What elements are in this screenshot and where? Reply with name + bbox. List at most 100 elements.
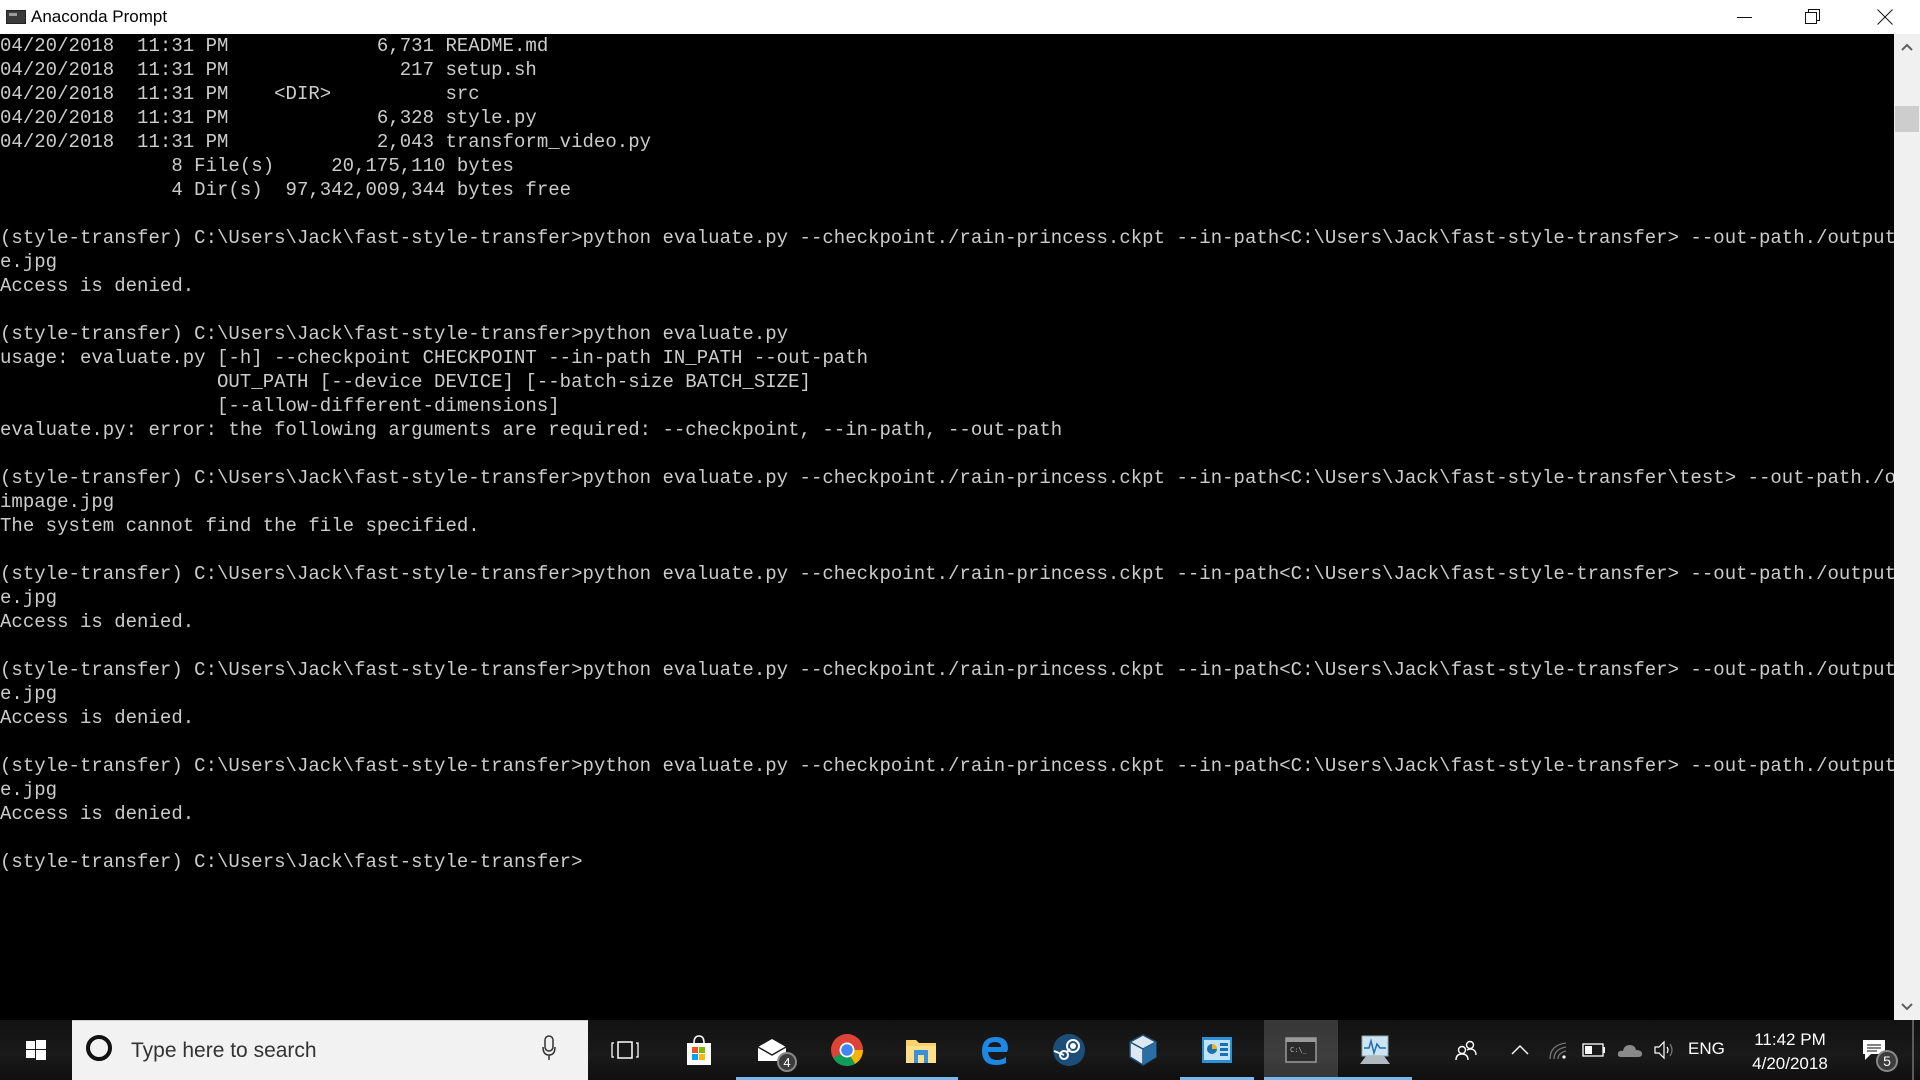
taskbar-search-box[interactable]: Type here to search: [72, 1020, 588, 1080]
close-icon: [1877, 9, 1893, 25]
restore-button[interactable]: [1778, 0, 1848, 34]
clock-time: 11:42 PM: [1754, 1030, 1826, 1049]
battery-button[interactable]: [1580, 1020, 1608, 1080]
mail-badge: 4: [777, 1052, 797, 1072]
chrome-icon: [831, 1034, 864, 1067]
scroll-up-button[interactable]: [1894, 34, 1920, 60]
show-desktop-button[interactable]: [1912, 1020, 1914, 1080]
battery-icon: [1582, 1043, 1605, 1057]
microphone-icon[interactable]: [542, 1035, 556, 1061]
terminal-line: Access is denied.: [0, 707, 195, 729]
monitor-icon: [1360, 1035, 1390, 1064]
minimize-button[interactable]: [1710, 0, 1780, 34]
svg-text:C:\_: C:\_: [1290, 1046, 1308, 1054]
cortana-icon[interactable]: [86, 1035, 112, 1061]
close-button[interactable]: [1850, 0, 1920, 34]
volume-button[interactable]: [1650, 1020, 1680, 1080]
terminal-line: 04/20/2018 11:31 PM 6,328 style.py: [0, 107, 537, 129]
taskbar-app-anaconda-prompt[interactable]: C:\_: [1264, 1020, 1338, 1080]
terminal-line: Access is denied.: [0, 803, 195, 825]
network-button[interactable]: [1544, 1020, 1572, 1080]
taskbar-app-control-panel[interactable]: [1180, 1020, 1254, 1080]
chevron-up-icon: [1901, 43, 1913, 51]
steam-icon: [1053, 1034, 1085, 1066]
terminal-line: (style-transfer) C:\Users\Jack\fast-styl…: [0, 755, 1894, 777]
people-button[interactable]: [1448, 1020, 1484, 1080]
scroll-thumb[interactable]: [1895, 106, 1919, 132]
window-title: Anaconda Prompt: [31, 7, 168, 26]
taskbar-app-steam[interactable]: [1032, 1020, 1106, 1080]
terminal-line: 8 File(s) 20,175,110 bytes: [0, 155, 514, 177]
clock-date: 4/20/2018: [1752, 1054, 1828, 1073]
people-icon: [1455, 1040, 1477, 1061]
virtualbox-icon: [1129, 1034, 1157, 1066]
terminal-line: OUT_PATH [--device DEVICE] [--batch-size…: [0, 371, 811, 393]
terminal-line: evaluate.py: error: the following argume…: [0, 419, 1063, 441]
task-view-button[interactable]: [588, 1020, 662, 1080]
taskbar-clock[interactable]: 11:42 PM 4/20/2018: [1740, 1028, 1840, 1076]
chevron-up-icon: [1511, 1045, 1529, 1055]
title-bar[interactable]: Anaconda Prompt: [0, 0, 1920, 34]
onedrive-icon: [1617, 1045, 1642, 1057]
terminal-line: impage.jpg: [0, 491, 115, 513]
input-language[interactable]: ENG: [1688, 1039, 1725, 1059]
terminal-output[interactable]: 04/20/2018 11:31 PM 6,731 README.md 04/20…: [0, 34, 1894, 1020]
terminal-lines: 04/20/2018 11:31 PM 6,731 README.md 04/20…: [0, 34, 1894, 874]
terminal-line: 04/20/2018 11:31 PM 2,043 transform_vide…: [0, 131, 652, 153]
terminal-line: The system cannot find the file specifie…: [0, 515, 480, 537]
task-view-icon: [611, 1041, 639, 1059]
folder-icon: [906, 1040, 936, 1063]
show-hidden-icons-button[interactable]: [1506, 1020, 1534, 1080]
taskbar-app-store[interactable]: [662, 1020, 736, 1080]
terminal-line: e.jpg: [0, 587, 58, 609]
terminal-line: e.jpg: [0, 251, 58, 273]
taskbar-app-edge[interactable]: [958, 1020, 1032, 1080]
console-app-icon: [6, 10, 26, 24]
search-placeholder: Type here to search: [131, 1039, 317, 1062]
action-center-button[interactable]: 5: [1852, 1020, 1898, 1080]
taskbar-app-chrome[interactable]: [810, 1020, 884, 1080]
restore-icon: [1805, 9, 1820, 24]
edge-icon: [982, 1037, 1008, 1065]
start-button[interactable]: [0, 1020, 72, 1080]
minimize-icon: [1737, 17, 1752, 18]
onedrive-button[interactable]: [1614, 1020, 1646, 1080]
windows-logo-icon: [26, 1040, 46, 1060]
terminal-line: (style-transfer) C:\Users\Jack\fast-styl…: [0, 563, 1894, 585]
terminal-line: (style-transfer) C:\Users\Jack\fast-styl…: [0, 227, 1894, 249]
vertical-scrollbar[interactable]: [1894, 34, 1920, 1020]
terminal-line: 04/20/2018 11:31 PM <DIR> src: [0, 83, 480, 105]
terminal-line: e.jpg: [0, 683, 58, 705]
terminal-line: (style-transfer) C:\Users\Jack\fast-styl…: [0, 659, 1894, 681]
taskbar-app-file-explorer[interactable]: [884, 1020, 958, 1080]
terminal-line: e.jpg: [0, 779, 58, 801]
terminal-line: [--allow-different-dimensions]: [0, 395, 560, 417]
taskbar: Type here to search 4 C:\_ ENG 11:42 PM …: [0, 1020, 1920, 1080]
terminal-line: (style-transfer) C:\Users\Jack\fast-styl…: [0, 467, 1894, 489]
notification-count-badge: 5: [1876, 1050, 1898, 1072]
store-icon: [687, 1035, 711, 1065]
terminal-line: 04/20/2018 11:31 PM 6,731 README.md: [0, 35, 549, 57]
terminal-line: Access is denied.: [0, 611, 195, 633]
chevron-down-icon: [1901, 1003, 1913, 1011]
terminal-line: Access is denied.: [0, 275, 195, 297]
wifi-icon: [1549, 1042, 1567, 1060]
scroll-down-button[interactable]: [1894, 994, 1920, 1020]
terminal-line: usage: evaluate.py [-h] --checkpoint CHE…: [0, 347, 869, 369]
taskbar-app-mail[interactable]: 4: [736, 1020, 810, 1080]
terminal-line: 04/20/2018 11:31 PM 217 setup.sh: [0, 59, 537, 81]
terminal-line: (style-transfer) C:\Users\Jack\fast-styl…: [0, 851, 583, 873]
taskbar-app-virtualbox[interactable]: [1106, 1020, 1180, 1080]
terminal-icon: C:\_: [1285, 1037, 1317, 1063]
terminal-line: (style-transfer) C:\Users\Jack\fast-styl…: [0, 323, 789, 345]
control-panel-icon: [1202, 1037, 1232, 1063]
taskbar-app-resource-monitor[interactable]: [1338, 1020, 1412, 1080]
speaker-icon: [1654, 1040, 1673, 1060]
